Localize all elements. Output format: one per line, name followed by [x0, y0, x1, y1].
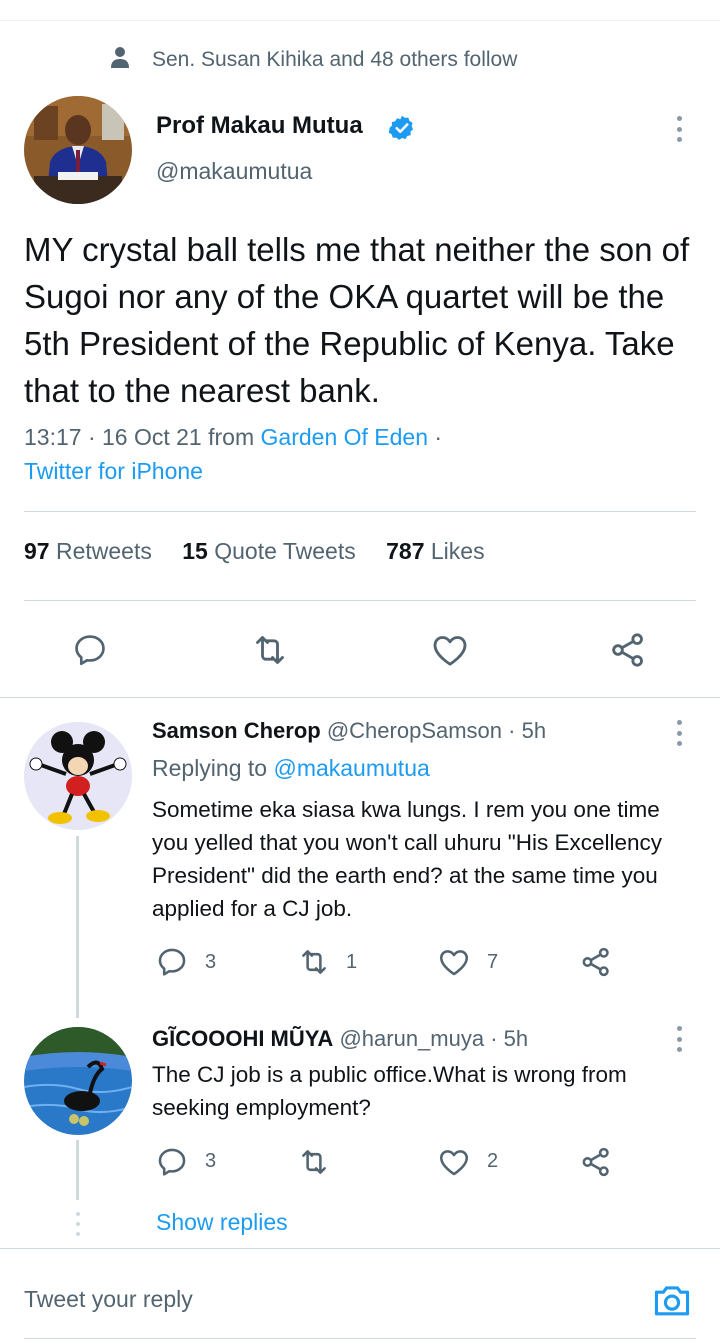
reply-author-name[interactable]: GĨCOOOHI MŨYA — [152, 1026, 333, 1051]
camera-icon[interactable] — [650, 1278, 694, 1322]
thread-dots — [74, 1212, 82, 1236]
tweet-meta: 13:17 · 16 Oct 21 from Garden Of Eden · … — [24, 420, 684, 488]
reply-time[interactable]: · 5h — [490, 1026, 528, 1051]
retweet-icon[interactable] — [294, 1142, 334, 1182]
author-avatar[interactable] — [24, 96, 132, 204]
reply-icon[interactable] — [152, 942, 192, 982]
social-context-text: Sen. Susan Kihika and 48 others follow — [152, 48, 518, 71]
quote-tweets-stat[interactable]: 15 Quote Tweets — [182, 538, 355, 564]
retweet-icon[interactable] — [294, 942, 334, 982]
divider — [0, 1248, 720, 1249]
share-icon[interactable] — [608, 630, 648, 670]
reply-time[interactable]: · 5h — [508, 718, 546, 743]
reply-avatar[interactable] — [24, 722, 132, 830]
share-icon[interactable] — [576, 1142, 616, 1182]
reply-composer-input[interactable]: Tweet your reply — [24, 1286, 624, 1313]
reply-icon[interactable] — [152, 1142, 192, 1182]
author-handle[interactable]: @makaumutua — [156, 158, 312, 185]
show-replies-link[interactable]: Show replies — [156, 1209, 288, 1236]
like-count: 7 — [487, 951, 499, 973]
retweets-stat[interactable]: 97 Retweets — [24, 538, 152, 564]
more-options-icon[interactable] — [674, 114, 684, 144]
reply-text: The CJ job is a public office.What is wr… — [152, 1062, 627, 1120]
like-icon[interactable] — [434, 942, 474, 982]
reply-count: 3 — [205, 951, 217, 973]
like-icon[interactable] — [430, 630, 470, 670]
reply-header: GĨCOOOHI MŨYA @harun_muya · 5h — [152, 1026, 528, 1052]
tweet-stats: 97 Retweets 15 Quote Tweets 787 Likes — [24, 538, 509, 565]
divider — [24, 511, 696, 512]
share-icon[interactable] — [576, 942, 616, 982]
reply-icon[interactable] — [70, 630, 110, 670]
like-icon[interactable] — [434, 1142, 474, 1182]
person-icon — [110, 46, 130, 75]
like-count: 2 — [487, 1150, 499, 1172]
reply-avatar[interactable] — [24, 1027, 132, 1135]
reply-author-handle[interactable]: @harun_muya — [339, 1026, 484, 1051]
reply-author-handle[interactable]: @CheropSamson — [327, 718, 502, 743]
meta-separator: · — [428, 424, 443, 450]
reply-author-name[interactable]: Samson Cherop — [152, 718, 321, 743]
more-options-icon[interactable] — [674, 1024, 684, 1054]
reply-count: 3 — [205, 1150, 217, 1172]
tweet-timestamp[interactable]: 13:17 · 16 Oct 21 from — [24, 424, 261, 450]
replying-to-handle[interactable]: @makaumutua — [273, 755, 429, 781]
divider — [24, 600, 696, 601]
reply-header: Samson Cherop @CheropSamson · 5h — [152, 718, 546, 744]
likes-stat[interactable]: 787 Likes — [386, 538, 484, 564]
retweet-icon[interactable] — [250, 630, 290, 670]
reply-text: Sometime eka siasa kwa lungs. I rem you … — [152, 797, 663, 921]
composer-underline — [24, 1338, 696, 1339]
divider — [0, 697, 720, 698]
tweet-source-link[interactable]: Twitter for iPhone — [24, 458, 203, 484]
author-name[interactable]: Prof Makau Mutua — [156, 112, 363, 140]
more-options-icon[interactable] — [674, 718, 684, 748]
thread-connector — [76, 836, 79, 1018]
tweet-location-link[interactable]: Garden Of Eden — [261, 424, 429, 450]
tweet-text: MY crystal ball tells me that neither th… — [24, 231, 690, 409]
retweet-count: 1 — [346, 951, 358, 973]
top-divider — [0, 20, 720, 21]
replying-to: Replying to @makaumutua — [152, 755, 430, 781]
social-context: Sen. Susan Kihika and 48 others follow — [110, 44, 517, 76]
verified-badge-icon — [388, 114, 416, 147]
thread-connector — [76, 1140, 79, 1200]
